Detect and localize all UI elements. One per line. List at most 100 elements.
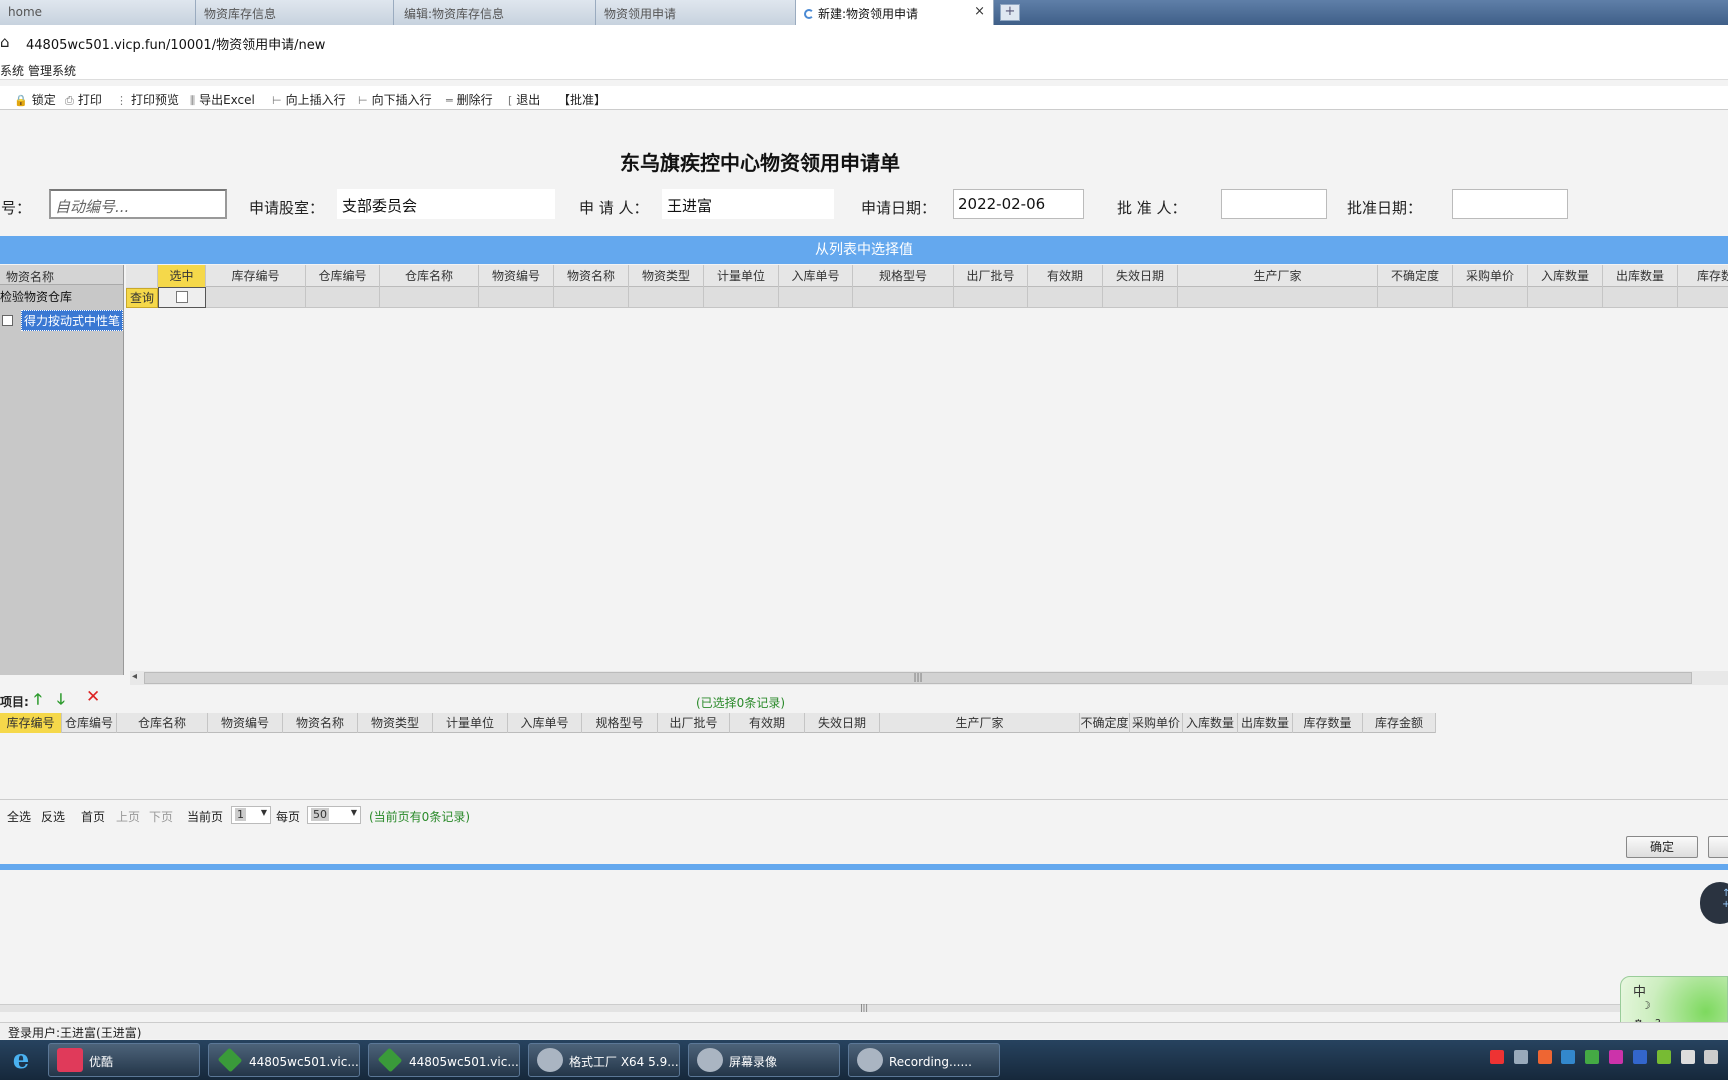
scroll-left-icon[interactable]: ◂	[132, 671, 137, 682]
col-item-type[interactable]: 物资类型	[629, 265, 704, 287]
moon-icon[interactable]: ☽	[1641, 999, 1651, 1012]
task-recording[interactable]: Recording......	[848, 1043, 1000, 1077]
col-stock-no[interactable]: 库存编号	[206, 265, 306, 287]
col-unit-price[interactable]: 采购单价	[1130, 713, 1183, 733]
col-out-qty[interactable]: 出库数量	[1603, 265, 1678, 287]
col-validity[interactable]: 有效期	[730, 713, 805, 733]
col-spec[interactable]: 规格型号	[853, 265, 954, 287]
per-page-select[interactable]: 50 ▼	[307, 806, 361, 824]
col-spec[interactable]: 规格型号	[582, 713, 658, 733]
col-in-qty[interactable]: 入库数量	[1528, 265, 1603, 287]
col-stock-amount[interactable]: 库存金额	[1363, 713, 1436, 733]
filter-cell[interactable]	[306, 287, 380, 308]
filter-cell[interactable]	[853, 287, 954, 308]
filter-cell[interactable]	[479, 287, 554, 308]
col-item-name[interactable]: 物资名称	[554, 265, 629, 287]
tab-new-requisition[interactable]: 新建:物资领用申请 ×	[796, 0, 994, 25]
ie-icon[interactable]: e	[2, 1043, 40, 1077]
dept-field[interactable]: 支部委员会	[337, 189, 555, 219]
col-unit[interactable]: 计量单位	[704, 265, 779, 287]
task-browser-1[interactable]: 44805wc501.vic...	[208, 1043, 360, 1077]
task-format-factory[interactable]: 格式工厂 X64 5.9...	[528, 1043, 680, 1077]
col-uncertainty[interactable]: 不确定度	[1080, 713, 1130, 733]
tray-icon[interactable]	[1561, 1050, 1576, 1064]
tray-icon[interactable]	[1656, 1050, 1671, 1064]
cancel-button[interactable]	[1708, 836, 1728, 858]
filter-cell[interactable]	[1678, 287, 1728, 308]
tab-home[interactable]: home	[0, 0, 196, 25]
filter-cell[interactable]	[779, 287, 853, 308]
tree-leaf-node[interactable]: 得力按动式中性笔	[0, 310, 123, 331]
filter-cell[interactable]	[1028, 287, 1103, 308]
tree-leaf-checkbox[interactable]	[2, 315, 13, 326]
request-date-field[interactable]: 2022-02-06	[953, 189, 1084, 219]
col-receipt-no[interactable]: 入库单号	[779, 265, 853, 287]
select-checkbox[interactable]	[176, 291, 188, 303]
next-page-link[interactable]: 下页	[149, 808, 173, 825]
col-uncertainty[interactable]: 不确定度	[1378, 265, 1453, 287]
ime-mode[interactable]: 中	[1633, 981, 1646, 1000]
menu-system[interactable]: 系统	[0, 62, 24, 79]
col-validity[interactable]: 有效期	[1028, 265, 1103, 287]
approve-button[interactable]: 【批准】	[558, 91, 606, 108]
filter-cell[interactable]	[954, 287, 1028, 308]
applicant-field[interactable]: 王进富	[662, 189, 834, 219]
shield-icon[interactable]	[1632, 1050, 1647, 1064]
print-preview-button[interactable]: ⋮ 打印预览	[116, 91, 179, 108]
number-field[interactable]: 自动编号...	[49, 189, 227, 219]
prev-page-link[interactable]: 上页	[116, 808, 140, 825]
sogou-icon[interactable]	[1490, 1050, 1504, 1064]
close-icon[interactable]: ×	[974, 4, 985, 19]
tree-root-node[interactable]: 检验物资仓库	[0, 285, 123, 305]
horizontal-scrollbar[interactable]: ◂ |||	[130, 671, 1728, 685]
query-button[interactable]: 查询	[126, 288, 158, 308]
task-screen-recorder[interactable]: 屏幕录像	[688, 1043, 840, 1077]
filter-cell[interactable]	[1103, 287, 1178, 308]
col-unit-price[interactable]: 采购单价	[1453, 265, 1528, 287]
insert-below-button[interactable]: ⊢ 向下插入行	[358, 91, 432, 108]
url-text[interactable]: 44805wc501.vicp.fun/10001/物资领用申请/new	[26, 34, 325, 53]
col-manufacturer[interactable]: 生产厂家	[880, 713, 1080, 733]
tray-icon[interactable]	[1537, 1050, 1552, 1064]
col-warehouse-no[interactable]: 仓库编号	[306, 265, 380, 287]
col-stock-qty[interactable]: 库存数	[1678, 265, 1728, 287]
col-receipt-no[interactable]: 入库单号	[508, 713, 582, 733]
col-expiry[interactable]: 失效日期	[805, 713, 880, 733]
filter-cell[interactable]	[554, 287, 629, 308]
col-item-no[interactable]: 物资编号	[479, 265, 554, 287]
col-expiry[interactable]: 失效日期	[1103, 265, 1178, 287]
col-item-type[interactable]: 物资类型	[358, 713, 433, 733]
col-in-qty[interactable]: 入库数量	[1183, 713, 1238, 733]
filter-cell[interactable]	[1178, 287, 1378, 308]
col-batch-no[interactable]: 出厂批号	[954, 265, 1028, 287]
new-tab-button[interactable]: +	[1000, 4, 1020, 21]
tab-edit-inventory[interactable]: 编辑:物资库存信息	[394, 0, 596, 25]
col-warehouse-name[interactable]: 仓库名称	[117, 713, 208, 733]
confirm-button[interactable]: 确定	[1626, 836, 1698, 858]
col-warehouse-no[interactable]: 仓库编号	[62, 713, 117, 733]
tab-inventory-info[interactable]: 物资库存信息	[196, 0, 394, 25]
select-all-link[interactable]: 全选	[7, 808, 31, 825]
move-down-icon[interactable]: 🡓	[57, 689, 65, 714]
col-item-name[interactable]: 物资名称	[283, 713, 358, 733]
home-icon[interactable]: ⌂	[0, 33, 10, 51]
col-batch-no[interactable]: 出厂批号	[658, 713, 730, 733]
tray-icon[interactable]	[1585, 1050, 1600, 1064]
filter-cell[interactable]	[380, 287, 479, 308]
col-stock-no[interactable]: 库存编号	[0, 713, 62, 733]
task-youku[interactable]: 优酷	[48, 1043, 200, 1077]
network-icon[interactable]	[1680, 1050, 1695, 1064]
first-page-link[interactable]: 首页	[81, 808, 105, 825]
filter-cell[interactable]	[1378, 287, 1453, 308]
menu-management[interactable]: 管理系统	[28, 62, 76, 79]
invert-select-link[interactable]: 反选	[41, 808, 65, 825]
insert-above-button[interactable]: ⊢ 向上插入行	[272, 91, 346, 108]
tray-icon[interactable]	[1513, 1050, 1528, 1064]
exit-button[interactable]: [退出	[508, 91, 540, 108]
approve-date-field[interactable]	[1452, 189, 1568, 219]
col-item-no[interactable]: 物资编号	[208, 713, 283, 733]
col-manufacturer[interactable]: 生产厂家	[1178, 265, 1378, 287]
col-warehouse-name[interactable]: 仓库名称	[380, 265, 479, 287]
lock-button[interactable]: 🔒 锁定	[14, 91, 56, 108]
approver-field[interactable]	[1221, 189, 1327, 219]
